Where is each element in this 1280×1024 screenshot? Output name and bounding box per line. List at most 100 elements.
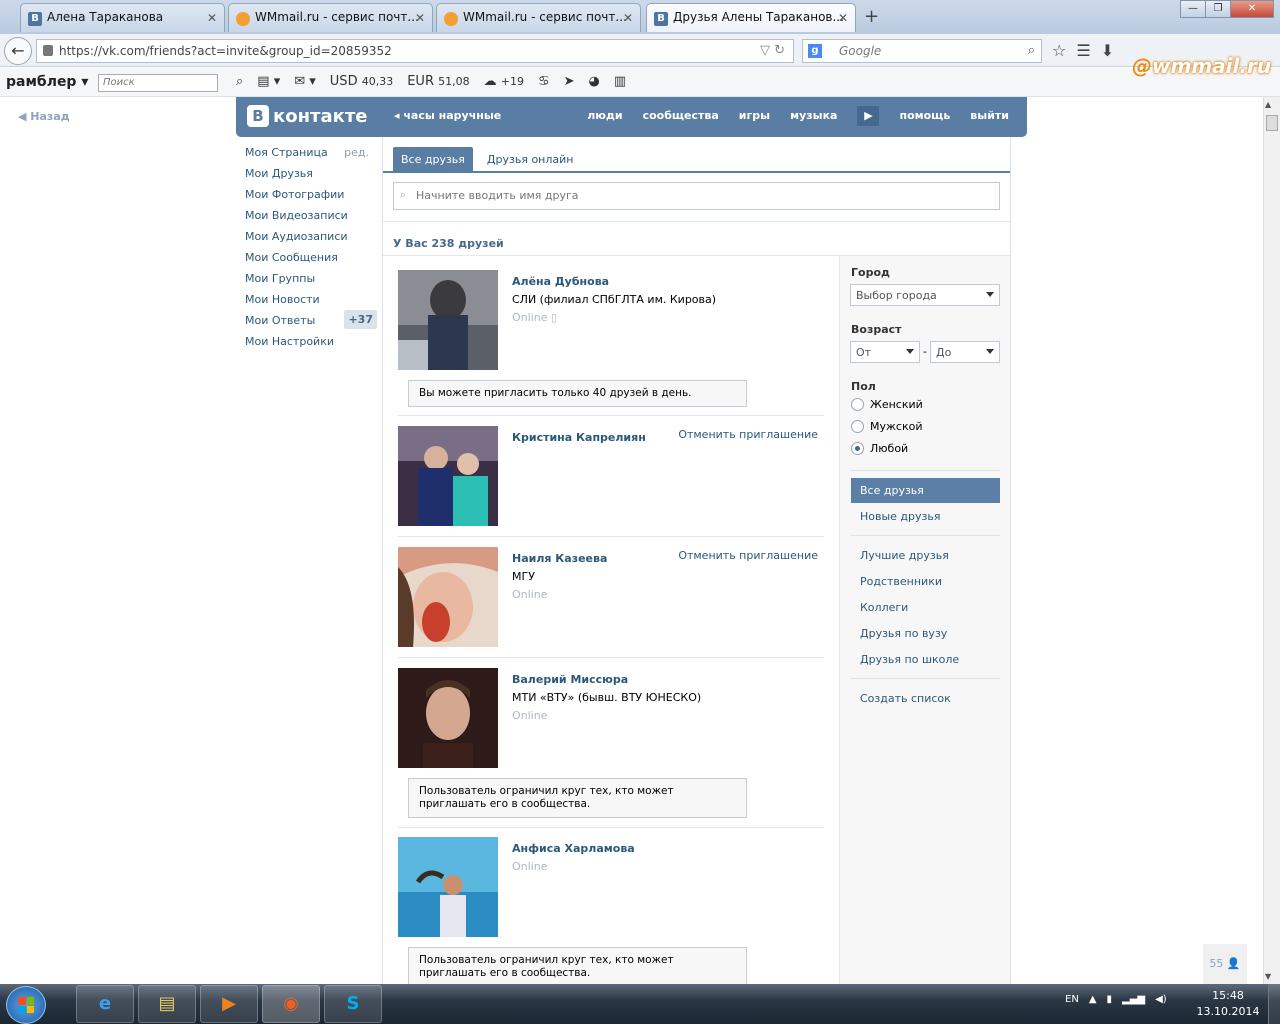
language-indicator[interactable]: EN bbox=[1065, 994, 1079, 1005]
left-menu-item[interactable]: Мои Друзья bbox=[245, 167, 377, 188]
list-all-friends[interactable]: Все друзья bbox=[851, 478, 1000, 503]
page-scrollbar[interactable]: ▲ ▼ bbox=[1263, 97, 1280, 984]
close-icon[interactable]: ✕ bbox=[415, 11, 425, 25]
reading-list-icon[interactable]: ☰ bbox=[1076, 41, 1090, 60]
window-close-button[interactable]: ✕ bbox=[1230, 0, 1274, 18]
search-icon[interactable]: ⌕ bbox=[236, 74, 243, 89]
cancel-invite-link[interactable]: Отменить приглашение bbox=[678, 549, 818, 562]
rambler-search-input[interactable]: Поиск bbox=[98, 74, 218, 92]
menu-help[interactable]: помощь bbox=[899, 109, 950, 126]
scroll-up-icon[interactable]: ▲ bbox=[1265, 100, 1271, 109]
people-counter-badge[interactable]: 55 👤 bbox=[1203, 944, 1247, 984]
ie-icon[interactable]: e bbox=[76, 985, 134, 1023]
network-icon[interactable]: ▮ bbox=[1107, 994, 1113, 1005]
volume-icon[interactable]: ◀) bbox=[1155, 994, 1167, 1005]
browser-tab[interactable]: WMmail.ru - сервис почт... ✕ bbox=[436, 3, 641, 32]
browser-tab[interactable]: В Алена Тараканова ✕ bbox=[20, 3, 225, 32]
skype-icon[interactable]: S bbox=[324, 985, 382, 1023]
list-new-friends[interactable]: Новые друзья bbox=[860, 510, 940, 523]
menu-people[interactable]: люди bbox=[587, 109, 622, 126]
radio-button[interactable] bbox=[851, 398, 864, 411]
browser-tab[interactable]: WMmail.ru - сервис почт... ✕ bbox=[228, 3, 433, 32]
menu-logout[interactable]: выйти bbox=[970, 109, 1009, 126]
friend-name[interactable]: Кристина Капрелиян bbox=[512, 431, 646, 444]
menu-music[interactable]: музыка bbox=[790, 109, 837, 126]
list-university-friends[interactable]: Друзья по вузу bbox=[860, 627, 947, 640]
friend-name[interactable]: Валерий Миссюра bbox=[512, 673, 628, 686]
create-list-link[interactable]: Создать список bbox=[860, 692, 951, 705]
download-icon[interactable]: ⬇ bbox=[1101, 41, 1114, 60]
browser-tab-active[interactable]: В Друзья Алены Тараканов... ✕ bbox=[646, 3, 856, 32]
left-menu-item[interactable]: Мои Настройки bbox=[245, 335, 377, 356]
cancel-invite-link[interactable]: Отменить приглашение bbox=[678, 428, 818, 441]
tray-expand-icon[interactable]: ▲ bbox=[1089, 994, 1097, 1005]
answers-badge[interactable]: +37 bbox=[344, 310, 377, 329]
minimize-button[interactable]: — bbox=[1180, 0, 1206, 18]
tab-online-friends[interactable]: Друзья онлайн bbox=[479, 147, 582, 172]
pacman-icon[interactable]: ◕ bbox=[589, 74, 600, 89]
radio-any[interactable]: Любой bbox=[851, 442, 908, 455]
friend-name[interactable]: Анфиса Харламова bbox=[512, 842, 635, 855]
show-desktop-button[interactable] bbox=[1268, 984, 1280, 1024]
left-menu-item[interactable]: Мои Сообщения bbox=[245, 251, 377, 272]
send-icon[interactable]: ➤ bbox=[564, 74, 575, 89]
left-menu-item[interactable]: Мои Группы bbox=[245, 272, 377, 293]
eur-rate[interactable]: EUR 51,08 bbox=[407, 74, 469, 89]
friend-name[interactable]: Наиля Казеева bbox=[512, 552, 607, 565]
radio-female[interactable]: Женский bbox=[851, 398, 923, 411]
friend-avatar[interactable] bbox=[398, 668, 498, 768]
left-menu-item[interactable]: Мои Ответы +37 bbox=[245, 310, 377, 335]
url-bar[interactable]: https://vk.com/friends?act=invite&group_… bbox=[36, 39, 794, 63]
list-relatives[interactable]: Родственники bbox=[860, 575, 942, 588]
usd-rate[interactable]: USD 40,33 bbox=[330, 74, 393, 89]
new-tab-button[interactable]: + bbox=[864, 6, 879, 27]
firefox-icon[interactable]: ◉ bbox=[262, 985, 320, 1023]
left-menu-item[interactable]: Мои Фотографии bbox=[245, 188, 377, 209]
rambler-brand[interactable]: рамблер ▾ bbox=[6, 74, 88, 90]
friend-name[interactable]: Алёна Дубнова bbox=[512, 275, 609, 288]
friend-search-input[interactable]: ⌕ Начните вводить имя друга bbox=[393, 182, 1000, 210]
radio-button-selected[interactable] bbox=[851, 442, 864, 455]
vk-logo[interactable]: Вконтакте bbox=[247, 105, 367, 127]
horoscope-icon[interactable]: ♋ bbox=[538, 74, 550, 89]
list-colleagues[interactable]: Коллеги bbox=[860, 601, 908, 614]
reload-icon[interactable]: ▽ ↻ bbox=[760, 43, 785, 58]
explorer-icon[interactable]: ▤ bbox=[138, 985, 196, 1023]
scroll-down-icon[interactable]: ▼ bbox=[1265, 972, 1271, 981]
signal-icon[interactable]: ▂▄▆ bbox=[1122, 994, 1145, 1005]
tickets-icon[interactable]: ▥ bbox=[614, 74, 626, 89]
age-to-select[interactable]: До bbox=[930, 341, 1000, 363]
friend-avatar[interactable] bbox=[398, 270, 498, 370]
scroll-thumb[interactable] bbox=[1266, 115, 1278, 131]
radio-button[interactable] bbox=[851, 420, 864, 433]
radio-male[interactable]: Мужской bbox=[851, 420, 922, 433]
age-from-select[interactable]: От bbox=[850, 341, 920, 363]
promo-link[interactable]: ◂ часы наручные bbox=[394, 109, 501, 122]
close-icon[interactable]: ✕ bbox=[623, 11, 633, 25]
mail-icon[interactable]: ✉ ▾ bbox=[294, 74, 316, 89]
media-player-icon[interactable]: ▶ bbox=[200, 985, 258, 1023]
friend-avatar[interactable] bbox=[398, 547, 498, 647]
back-button[interactable]: ← bbox=[4, 37, 32, 65]
city-select[interactable]: Выбор города bbox=[850, 284, 1000, 306]
clock[interactable]: 15:48 13.10.2014 bbox=[1196, 988, 1260, 1020]
bookmark-star-icon[interactable]: ☆ bbox=[1052, 41, 1066, 60]
friend-avatar[interactable] bbox=[398, 426, 498, 526]
bookmarks-icon[interactable]: ▤ ▾ bbox=[257, 74, 280, 89]
left-menu-item[interactable]: Мои Видеозаписи bbox=[245, 209, 377, 230]
list-best-friends[interactable]: Лучшие друзья bbox=[860, 549, 949, 562]
list-school-friends[interactable]: Друзья по школе bbox=[860, 653, 959, 666]
close-icon[interactable]: ✕ bbox=[838, 11, 848, 25]
tab-all-friends[interactable]: Все друзья bbox=[393, 147, 473, 172]
close-icon[interactable]: ✕ bbox=[207, 11, 217, 25]
maximize-button[interactable]: ❐ bbox=[1205, 0, 1231, 18]
edit-link[interactable]: ред. bbox=[344, 146, 369, 159]
back-link[interactable]: ◀ Назад bbox=[18, 110, 70, 123]
left-menu-item[interactable]: Моя Страница ред. bbox=[245, 146, 377, 167]
play-icon[interactable]: ▶ bbox=[857, 106, 880, 126]
search-icon[interactable]: ⌕ bbox=[1028, 43, 1035, 58]
start-button[interactable] bbox=[6, 986, 46, 1024]
weather[interactable]: ☁ +19 bbox=[484, 74, 524, 89]
friend-avatar[interactable] bbox=[398, 837, 498, 937]
menu-communities[interactable]: сообщества bbox=[643, 109, 719, 126]
